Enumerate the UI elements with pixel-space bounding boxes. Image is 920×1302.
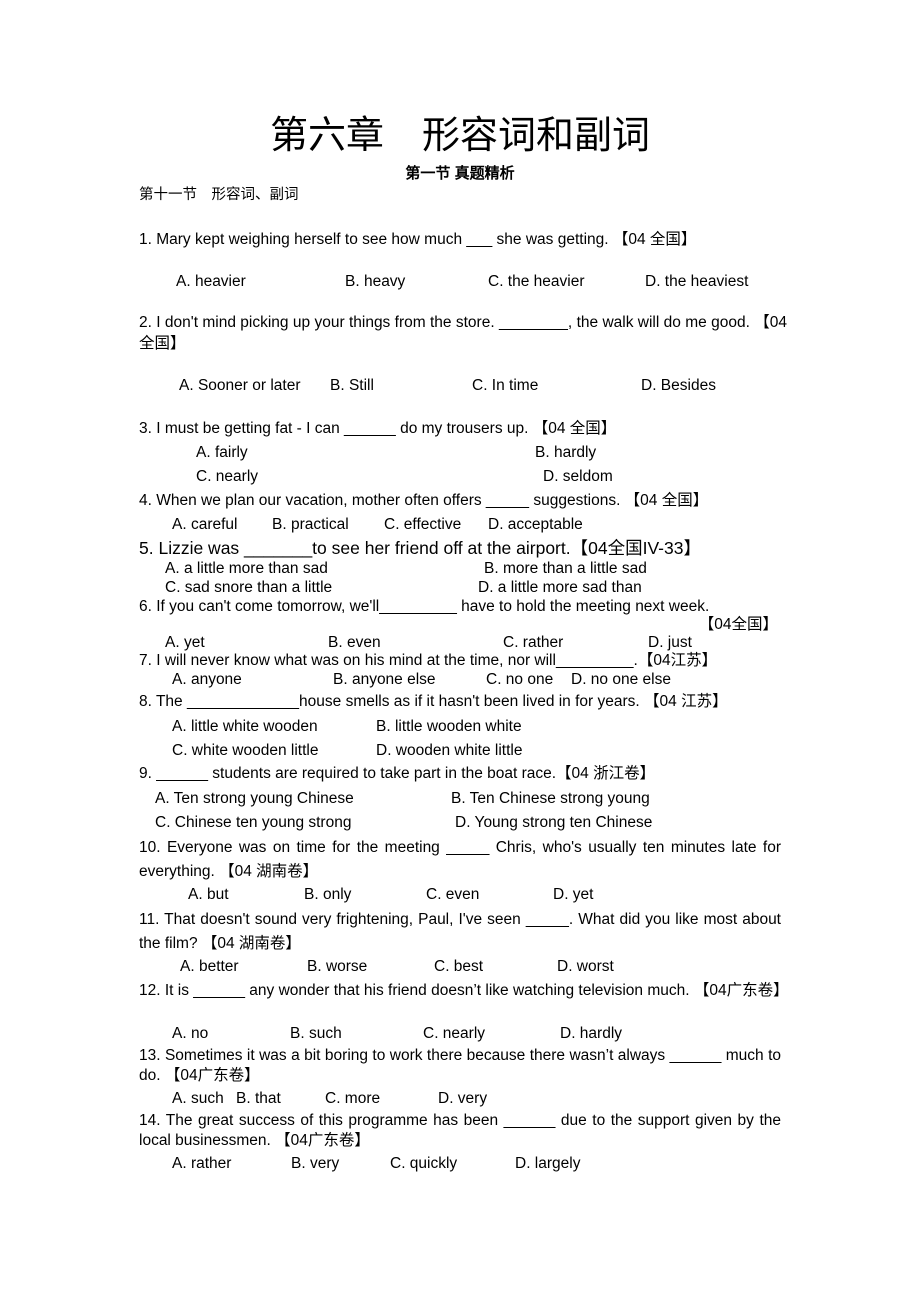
option: B. only [304, 886, 352, 903]
option: D. no one else [571, 671, 671, 688]
option: B. practical [272, 516, 349, 533]
option: B. heavy [345, 273, 406, 290]
option: C. sad snore than a little [165, 579, 333, 596]
option: B. little wooden white [376, 718, 522, 735]
option: D. seldom [543, 468, 613, 485]
option: C. effective [384, 516, 462, 533]
question-7-stem: 7. I will never know what was on his min… [139, 652, 718, 669]
option: B. more than a little sad [484, 560, 647, 577]
question-6-stem: 6. If you can't come tomorrow, we'll____… [139, 598, 710, 615]
option: D. a little more sad than [478, 579, 642, 596]
option: C. rather [503, 634, 564, 651]
option: A. rather [172, 1155, 232, 1172]
question-14-stem: 14. The great success of this programme … [139, 1112, 781, 1149]
option: A. Ten strong young Chinese [155, 790, 354, 807]
option: C. quickly [390, 1155, 458, 1172]
option: D. just [648, 634, 692, 651]
option: A. a little more than sad [165, 560, 328, 577]
option: D. worst [557, 958, 614, 975]
option: D. wooden white little [376, 742, 523, 759]
option: A. fairly [196, 444, 248, 461]
option: D. acceptable [488, 516, 583, 533]
section-subtitle: 第一节 真题精析 [405, 165, 515, 182]
question-1-stem: 1. Mary kept weighing herself to see how… [139, 231, 697, 248]
question-8-stem: 8. The _____________house smells as if i… [139, 693, 728, 710]
option: A. no [172, 1025, 209, 1042]
question-5-stem: 5. Lizzie was _______to see her friend o… [139, 538, 701, 558]
option: A. such [172, 1090, 224, 1107]
question-10-stem: 10. Everyone was on time for the meeting… [139, 839, 781, 880]
option: D. the heaviest [645, 273, 749, 290]
question-9-stem: 9. ______ students are required to take … [139, 765, 656, 782]
option: A. careful [172, 516, 238, 533]
option: D. Young strong ten Chinese [455, 814, 653, 831]
option: B. Ten Chinese strong young [451, 790, 650, 807]
option: A. Sooner or later [179, 377, 301, 394]
question-12-stem: 12. It is ______ any wonder that his fri… [139, 982, 789, 999]
option: C. nearly [196, 468, 259, 485]
option: A. heavier [176, 273, 246, 290]
option: C. Chinese ten young strong [155, 814, 352, 831]
option: C. the heavier [488, 273, 585, 290]
question-11-stem: 11. That doesn't sound very frightening,… [139, 911, 781, 952]
question-13-stem: 13. Sometimes it was a bit boring to wor… [139, 1047, 781, 1084]
question-4-stem: 4. When we plan our vacation, mother oft… [139, 492, 709, 509]
option: A. anyone [172, 671, 242, 688]
option: C. In time [472, 377, 539, 394]
option: B. worse [307, 958, 368, 975]
option: C. more [325, 1090, 381, 1107]
option: C. no one [486, 671, 554, 688]
question-2-stem: 2. I don't mind picking up your things f… [139, 314, 787, 352]
option: D. very [438, 1090, 488, 1107]
question-3-stem: 3. I must be getting fat - I can ______ … [139, 420, 617, 437]
option: D. hardly [560, 1025, 623, 1042]
option: D. largely [515, 1155, 581, 1172]
question-6-source: 【04全国】 [698, 616, 778, 633]
option: B. even [328, 634, 381, 651]
option: A. yet [165, 634, 205, 651]
option: A. but [188, 886, 229, 903]
option: C. white wooden little [172, 742, 319, 759]
section-heading: 第十一节 形容词、副词 [139, 187, 299, 203]
option: B. hardly [535, 444, 597, 461]
option: A. little white wooden [172, 718, 318, 735]
option: C. best [434, 958, 484, 975]
option: B. such [290, 1025, 342, 1042]
option: C. nearly [423, 1025, 486, 1042]
option: B. very [291, 1155, 340, 1172]
option: A. better [180, 958, 239, 975]
option: B. Still [330, 377, 374, 394]
chapter-title: 第六章 形容词和副词 [269, 113, 650, 157]
option: D. Besides [641, 377, 716, 394]
option: B. that [236, 1090, 281, 1107]
option: B. anyone else [333, 671, 436, 688]
option: D. yet [553, 886, 594, 903]
option: C. even [426, 886, 480, 903]
